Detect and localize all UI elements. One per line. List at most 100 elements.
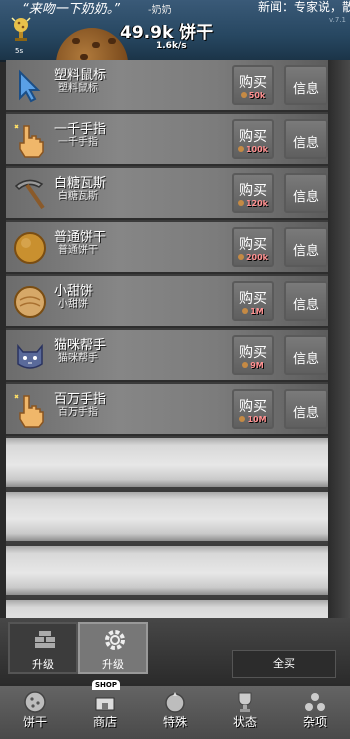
pointing-hand-icon	[14, 394, 44, 428]
trophy-count: 5s	[15, 47, 24, 55]
cookie-icon	[240, 92, 247, 98]
info-label: 信息	[292, 244, 319, 259]
price-label: 200k	[234, 253, 272, 262]
building-subtitle: 白糖瓦斯	[58, 191, 98, 202]
building-row[interactable]: 白糖瓦斯 白糖瓦斯 购买 120k 信息	[6, 168, 328, 220]
nav-item-special[interactable]: 特殊	[140, 686, 210, 739]
news-ticker-headline: 新闻：专家说，散	[258, 0, 350, 14]
big-cookie-peek[interactable]	[56, 28, 128, 60]
building-subtitle: 塑料鼠标	[58, 83, 98, 94]
building-subtitle: 一千手指	[58, 137, 98, 148]
cookie-total: 49.9k 饼干	[120, 23, 214, 43]
buy-label: 购买	[239, 183, 267, 199]
info-button[interactable]: 信息	[284, 281, 328, 321]
buy-label: 购买	[239, 345, 267, 361]
building-subtitle: 普通饼干	[58, 245, 98, 256]
nav-label: 商店	[92, 715, 117, 729]
tab-label: 升级	[32, 658, 54, 671]
building-row[interactable]: 普通饼干 普通饼干 购买 200k 信息	[6, 222, 328, 274]
golden-cookie-trophy-icon[interactable]	[10, 16, 32, 42]
price-label: 100k	[234, 145, 272, 154]
buy-label: 购买	[239, 129, 267, 145]
buy-label: 购买	[239, 291, 267, 307]
empty-shelf	[6, 438, 328, 490]
bottom-nav: 饼干 SHOP 商店 特殊 状态 杂项	[0, 680, 350, 739]
nav-item-stats[interactable]: 状态	[210, 686, 280, 739]
price-label: 1M	[234, 307, 272, 316]
cookie-icon	[242, 362, 249, 368]
info-button[interactable]: 信息	[284, 227, 328, 267]
buy-label: 购买	[239, 399, 267, 415]
info-label: 信息	[292, 352, 319, 367]
buy-button[interactable]: 购买 9M	[232, 335, 274, 375]
sweet-cookie-icon	[14, 286, 46, 318]
building-row[interactable]: 一千手指 一千手指 购买 100k 信息	[6, 114, 328, 166]
price-label: 50k	[234, 91, 272, 100]
building-row[interactable]: 塑料鼠标 塑料鼠标 购买 50k 信息	[6, 60, 328, 112]
buy-button[interactable]: 购买 100k	[232, 119, 274, 159]
price-label: 9M	[234, 361, 272, 370]
nav-label: 特殊	[162, 715, 187, 729]
cookie-icon	[242, 308, 249, 314]
info-button[interactable]: 信息	[284, 65, 328, 105]
buy-button[interactable]: 购买 200k	[232, 227, 274, 267]
gear-icon	[105, 630, 125, 650]
shop-badge: SHOP	[92, 680, 120, 690]
shop-icon	[95, 697, 115, 711]
tab-upgrades-bricks[interactable]: 升级	[8, 622, 78, 674]
empty-shelf	[6, 600, 328, 620]
store-side-rail	[328, 60, 350, 670]
info-label: 信息	[292, 298, 319, 313]
cookie-icon	[24, 691, 46, 713]
tab-label: 升级	[102, 658, 124, 671]
nav-item-shop[interactable]: SHOP 商店	[70, 680, 140, 739]
trophy-icon	[238, 692, 252, 712]
buy-button[interactable]: 购买 1M	[232, 281, 274, 321]
bricks-icon	[35, 631, 55, 648]
empty-shelf	[6, 492, 328, 544]
buy-label: 购买	[239, 75, 267, 91]
cookies-per-second: 1.6k/s	[156, 41, 187, 51]
building-row[interactable]: 猫咪帮手 猫咪帮手 购买 9M 信息	[6, 330, 328, 382]
cookie-icon	[237, 200, 244, 206]
info-button[interactable]: 信息	[284, 389, 328, 429]
building-subtitle: 小甜饼	[58, 299, 88, 310]
info-button[interactable]: 信息	[284, 119, 328, 159]
buy-button[interactable]: 购买 120k	[232, 173, 274, 213]
pointing-hand-icon	[14, 124, 44, 158]
info-button[interactable]: 信息	[284, 173, 328, 213]
tab-upgrades-gear[interactable]: 升级	[78, 622, 148, 674]
version-label: v.7.1	[329, 16, 346, 24]
info-label: 信息	[292, 406, 319, 421]
info-label: 信息	[292, 82, 319, 97]
building-subtitle: 猫咪帮手	[58, 353, 98, 364]
nav-label: 杂项	[302, 715, 327, 729]
special-icon	[165, 692, 185, 713]
cat-icon	[17, 343, 43, 369]
top-bar: “来吻一下奶奶。” -奶奶 新闻：专家说，散 v.7.1 5s 49.9k 饼干…	[0, 0, 350, 62]
nav-item-misc[interactable]: 杂项	[280, 686, 350, 739]
cookie-icon	[237, 254, 244, 260]
building-row[interactable]: 小甜饼 小甜饼 购买 1M 信息	[6, 276, 328, 328]
price-label: 120k	[234, 199, 272, 208]
nav-label: 状态	[232, 715, 257, 729]
plain-cookie-icon	[14, 232, 46, 264]
buy-button[interactable]: 购买 10M	[232, 389, 274, 429]
building-subtitle: 百万手指	[58, 407, 98, 418]
buy-label: 购买	[239, 237, 267, 253]
upgrade-panel: 升级 升级 全买	[0, 618, 350, 684]
building-row[interactable]: 百万手指 百万手指 购买 10M 信息	[6, 384, 328, 436]
buy-all-button[interactable]: 全买	[232, 650, 336, 678]
cookie-icon	[239, 416, 246, 422]
buy-button[interactable]: 购买 50k	[232, 65, 274, 105]
pickaxe-icon	[14, 179, 45, 210]
empty-shelf	[6, 546, 328, 598]
price-label: 10M	[234, 415, 272, 424]
nav-item-cookie[interactable]: 饼干	[0, 686, 70, 739]
cookie-icon	[237, 146, 244, 152]
info-label: 信息	[292, 136, 319, 151]
news-ticker-quote: “来吻一下奶奶。”	[22, 2, 120, 17]
news-ticker-author: -奶奶	[148, 5, 172, 16]
info-button[interactable]: 信息	[284, 335, 328, 375]
store-list[interactable]: 塑料鼠标 塑料鼠标 购买 50k 信息 一千手指 一千手指 购买 100k 信息	[6, 60, 328, 620]
